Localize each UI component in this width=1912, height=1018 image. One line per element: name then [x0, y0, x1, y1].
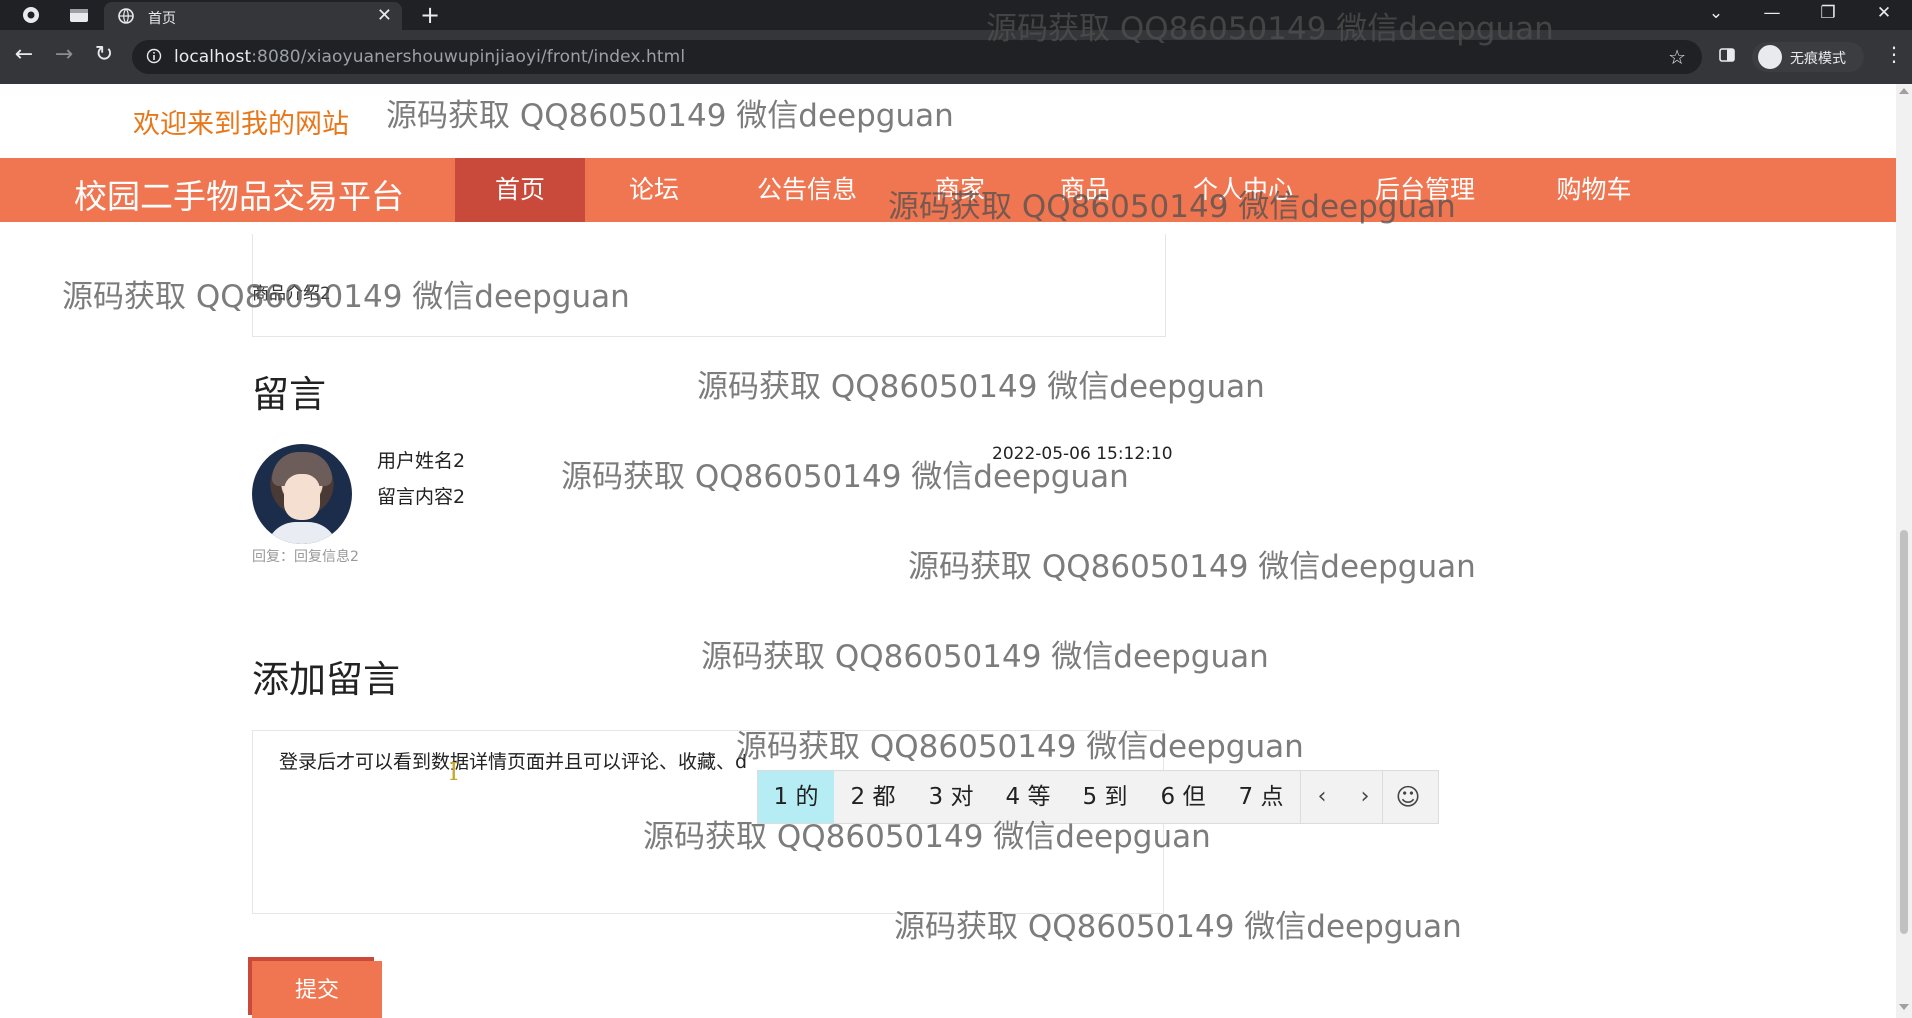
browser-tab-strip: 首页 ✕ + ⌄ — ❐ ✕	[0, 0, 1912, 30]
minimize-button[interactable]: —	[1752, 3, 1792, 23]
watermark: 源码获取 QQ86050149 微信deepguan	[908, 549, 1476, 585]
watermark: 源码获取 QQ86050149 微信deepguan	[986, 11, 1554, 47]
nav-forum[interactable]: 论坛	[600, 158, 708, 222]
incognito-icon	[1758, 45, 1782, 69]
incognito-indicator[interactable]: 无痕模式	[1752, 42, 1864, 72]
scroll-down-icon[interactable]	[1899, 1004, 1909, 1010]
comment-content: 留言内容2	[377, 486, 466, 508]
watermark: 源码获取 QQ86050149 微信deepguan	[888, 189, 1456, 225]
site-info-icon[interactable]	[146, 48, 162, 64]
welcome-text: 欢迎来到我的网站	[133, 109, 349, 140]
tab-title: 首页	[148, 11, 176, 27]
tab-home[interactable]: 首页 ✕	[104, 2, 402, 30]
watermark: 源码获取 QQ86050149 微信deepguan	[894, 909, 1462, 945]
avatar	[252, 444, 352, 544]
text-cursor-icon: I	[449, 758, 459, 786]
back-button[interactable]: ←	[10, 42, 38, 67]
add-comment-title: 添加留言	[252, 658, 400, 701]
comment-username: 用户姓名2	[377, 450, 466, 472]
watermark: 源码获取 QQ86050149 微信deepguan	[62, 279, 630, 315]
reading-list-icon[interactable]	[1718, 46, 1736, 64]
watermark: 源码获取 QQ86050149 微信deepguan	[561, 459, 1129, 495]
tab-group-icon[interactable]	[68, 5, 90, 25]
watermark: 源码获取 QQ86050149 微信deepguan	[697, 369, 1265, 405]
new-tab-button[interactable]: +	[420, 1, 440, 29]
address-bar: ← → ↻ localhost:8080/xiaoyuanershouwupin…	[0, 30, 1912, 84]
incognito-label: 无痕模式	[1790, 51, 1846, 67]
watermark: 源码获取 QQ86050149 微信deepguan	[701, 639, 1269, 675]
scroll-up-icon[interactable]	[1899, 88, 1909, 94]
watermark: 源码获取 QQ86050149 微信deepguan	[386, 98, 954, 134]
tab-search-icon[interactable]: ⌄	[1696, 3, 1736, 23]
reload-button[interactable]: ↻	[90, 42, 118, 67]
comments-title: 留言	[252, 373, 326, 416]
browser-menu-icon[interactable]: ⋮	[1884, 42, 1904, 66]
nav-notice[interactable]: 公告信息	[740, 158, 874, 222]
ime-candidate[interactable]: 7 点	[1222, 771, 1300, 823]
ime-prev-icon[interactable]: ‹	[1302, 771, 1342, 823]
watermark: 源码获取 QQ86050149 微信deepguan	[643, 819, 1211, 855]
site-brand[interactable]: 校园二手物品交易平台	[74, 170, 404, 218]
url-text: localhost:8080/xiaoyuanershouwupinjiaoyi…	[174, 47, 686, 67]
forward-button[interactable]: →	[50, 42, 78, 67]
nav-cart[interactable]: 购物车	[1532, 158, 1656, 222]
nav-home[interactable]: 首页	[455, 158, 585, 222]
close-window-button[interactable]: ✕	[1864, 3, 1904, 23]
restore-button[interactable]: ❐	[1808, 3, 1848, 23]
scroll-thumb[interactable]	[1900, 530, 1908, 934]
ime-next-icon[interactable]: ›	[1345, 771, 1385, 823]
submit-button[interactable]: 提交	[252, 961, 382, 1018]
comment-reply: 回复：回复信息2	[252, 549, 359, 565]
watermark: 源码获取 QQ86050149 微信deepguan	[736, 729, 1304, 765]
emoji-icon[interactable]: ☺	[1388, 771, 1428, 823]
browser-logo-icon[interactable]	[20, 5, 42, 25]
globe-icon	[118, 8, 134, 24]
comment-input-value: 登录后才可以看到数据详情页面并且可以评论、收藏、d	[279, 751, 748, 773]
close-tab-icon[interactable]: ✕	[377, 5, 392, 26]
bookmark-star-icon[interactable]: ☆	[1668, 45, 1686, 69]
